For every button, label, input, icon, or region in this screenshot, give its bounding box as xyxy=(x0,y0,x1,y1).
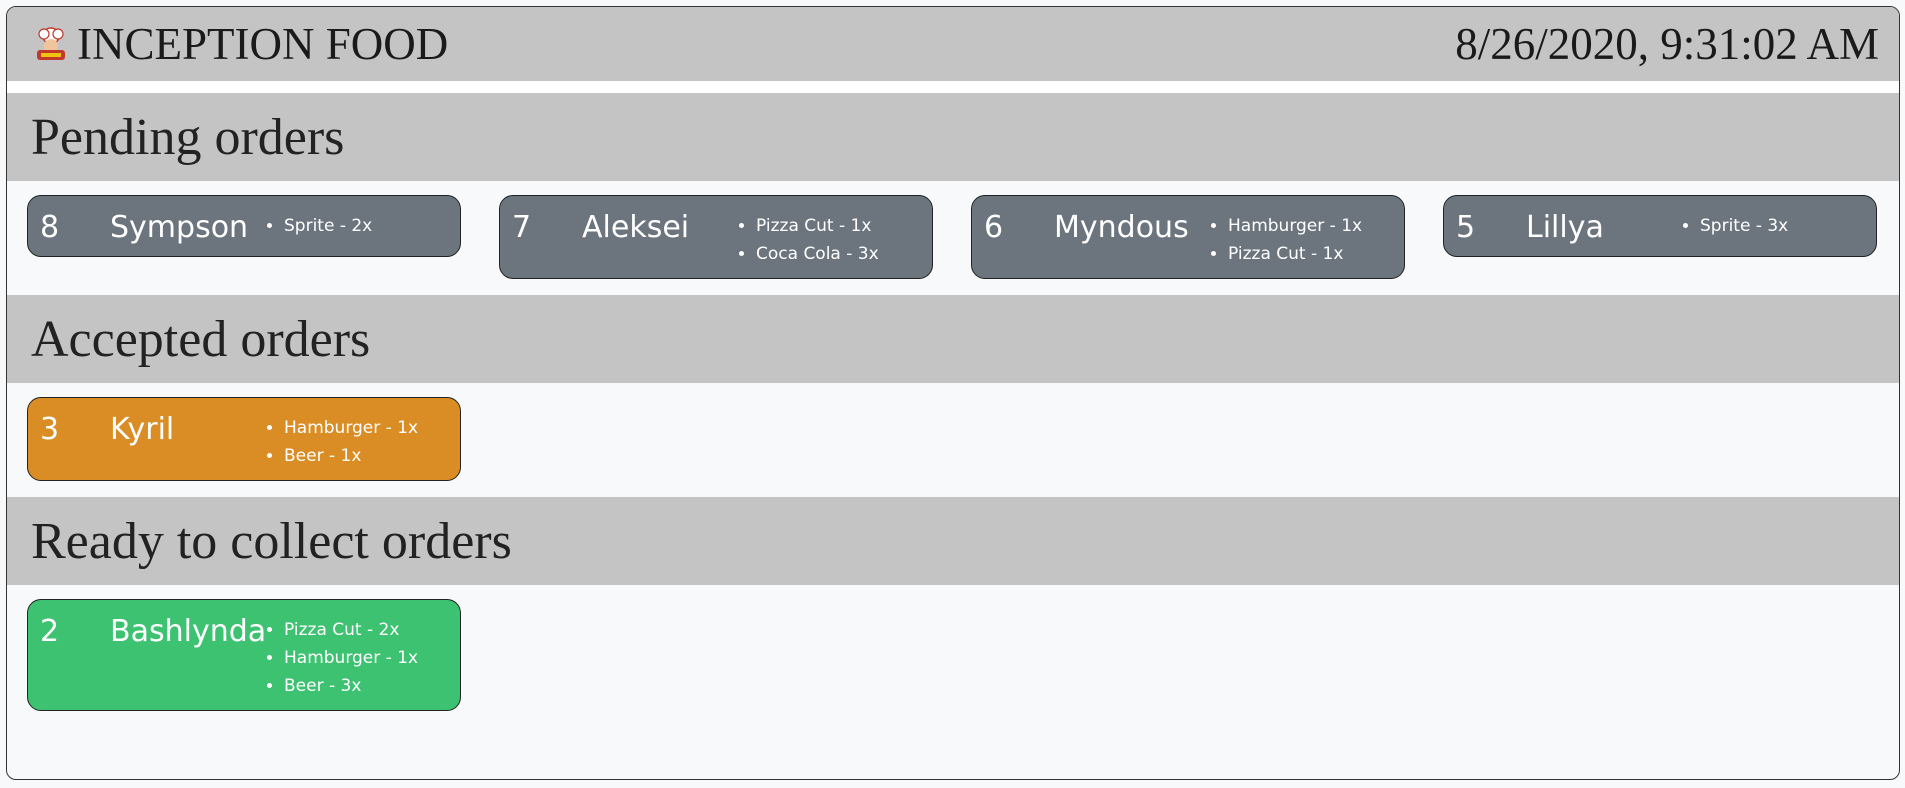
order-items-list: Pizza Cut - 1x Coca Cola - 3x xyxy=(732,212,879,268)
header-bar: INCEPTION FOOD 8/26/2020, 9:31:02 AM xyxy=(7,7,1899,93)
order-item: Beer - 1x xyxy=(284,442,418,470)
customer-name: Myndous xyxy=(1054,210,1189,245)
order-number: 8 xyxy=(40,210,60,245)
ready-orders-row: 2 Bashlynda Pizza Cut - 2x Hamburger - 1… xyxy=(7,585,1899,727)
chef-logo-icon xyxy=(37,27,65,60)
section-heading-accepted: Accepted orders xyxy=(7,295,1899,383)
order-item: Pizza Cut - 1x xyxy=(1228,240,1362,268)
order-items-list: Pizza Cut - 2x Hamburger - 1x Beer - 3x xyxy=(260,616,418,700)
order-item: Hamburger - 1x xyxy=(284,644,418,672)
order-card[interactable]: 5 Lillya Sprite - 3x xyxy=(1443,195,1877,257)
order-item: Pizza Cut - 2x xyxy=(284,616,418,644)
order-item: Pizza Cut - 1x xyxy=(756,212,879,240)
order-items-list: Sprite - 3x xyxy=(1676,212,1788,240)
datetime-display: 8/26/2020, 9:31:02 AM xyxy=(1455,19,1879,69)
order-item: Hamburger - 1x xyxy=(1228,212,1362,240)
order-item: Beer - 3x xyxy=(284,672,418,700)
app-title: INCEPTION FOOD xyxy=(77,19,449,69)
accepted-orders-row: 3 Kyril Hamburger - 1x Beer - 1x xyxy=(7,383,1899,497)
customer-name: Aleksei xyxy=(582,210,690,245)
order-items-list: Sprite - 2x xyxy=(260,212,372,240)
order-number: 6 xyxy=(984,210,1004,245)
customer-name: Bashlynda xyxy=(110,614,267,649)
customer-name: Kyril xyxy=(110,412,175,447)
order-number: 5 xyxy=(1456,210,1476,245)
order-item: Sprite - 2x xyxy=(284,212,372,240)
customer-name: Sympson xyxy=(110,210,249,245)
order-card[interactable]: 7 Aleksei Pizza Cut - 1x Coca Cola - 3x xyxy=(499,195,933,279)
order-card[interactable]: 8 Sympson Sprite - 2x xyxy=(27,195,461,257)
order-item: Coca Cola - 3x xyxy=(756,240,879,268)
order-card[interactable]: 3 Kyril Hamburger - 1x Beer - 1x xyxy=(27,397,461,481)
order-item: Hamburger - 1x xyxy=(284,414,418,442)
order-items-list: Hamburger - 1x Beer - 1x xyxy=(260,414,418,470)
customer-name: Lillya xyxy=(1526,210,1604,245)
kitchen-display: INCEPTION FOOD 8/26/2020, 9:31:02 AM Pen… xyxy=(6,6,1900,780)
order-number: 7 xyxy=(512,210,532,245)
order-number: 2 xyxy=(40,614,60,649)
order-item: Sprite - 3x xyxy=(1700,212,1788,240)
order-number: 3 xyxy=(40,412,60,447)
brand: INCEPTION FOOD xyxy=(31,18,448,70)
order-card[interactable]: 2 Bashlynda Pizza Cut - 2x Hamburger - 1… xyxy=(27,599,461,711)
order-card[interactable]: 6 Myndous Hamburger - 1x Pizza Cut - 1x xyxy=(971,195,1405,279)
section-heading-pending: Pending orders xyxy=(7,93,1899,181)
pending-orders-row: 8 Sympson Sprite - 2x 7 Aleksei Pizza Cu… xyxy=(7,181,1899,295)
order-items-list: Hamburger - 1x Pizza Cut - 1x xyxy=(1204,212,1362,268)
section-heading-ready: Ready to collect orders xyxy=(7,497,1899,585)
